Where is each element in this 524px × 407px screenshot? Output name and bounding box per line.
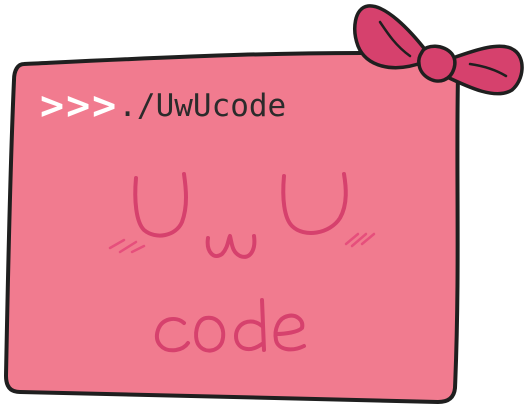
logo-art — [4, 4, 524, 404]
prompt-arrows: >>> — [40, 83, 119, 129]
prompt-path: ./UwUcode — [118, 87, 287, 124]
prompt-line: >>> ./UwUcode — [40, 84, 286, 128]
uwucode-logo: >>> ./UwUcode — [0, 0, 524, 407]
